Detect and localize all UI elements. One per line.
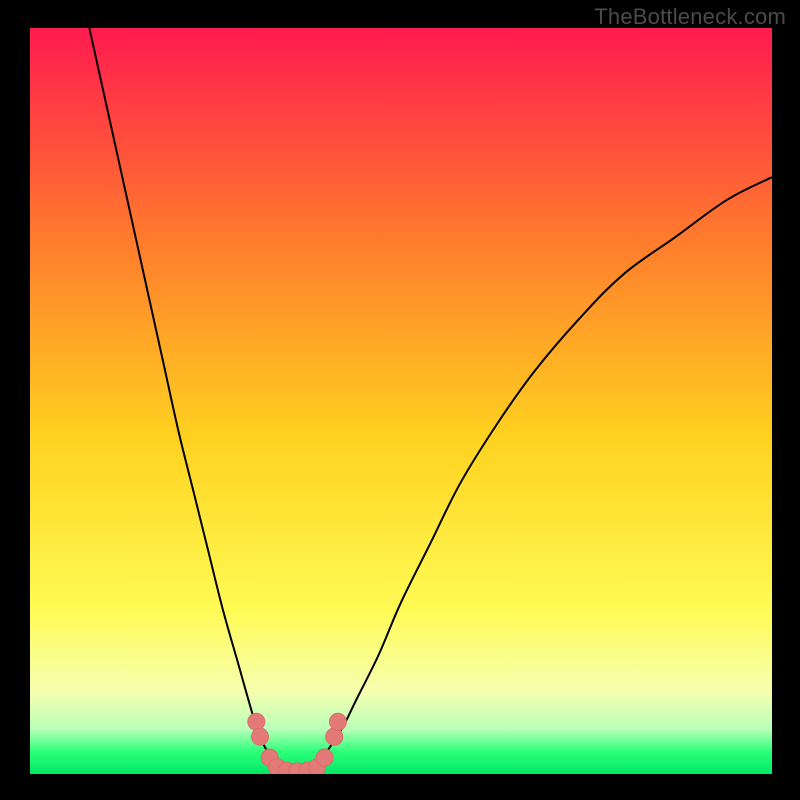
valley-marker	[251, 728, 268, 745]
valley-marker	[326, 728, 343, 745]
gradient-background	[30, 28, 772, 774]
valley-marker	[248, 713, 265, 730]
chart-frame: TheBottleneck.com	[0, 0, 800, 800]
valley-marker	[316, 749, 333, 766]
chart-svg	[30, 28, 772, 774]
plot-area	[30, 28, 772, 774]
valley-marker	[329, 713, 346, 730]
watermark-text: TheBottleneck.com	[594, 4, 786, 30]
